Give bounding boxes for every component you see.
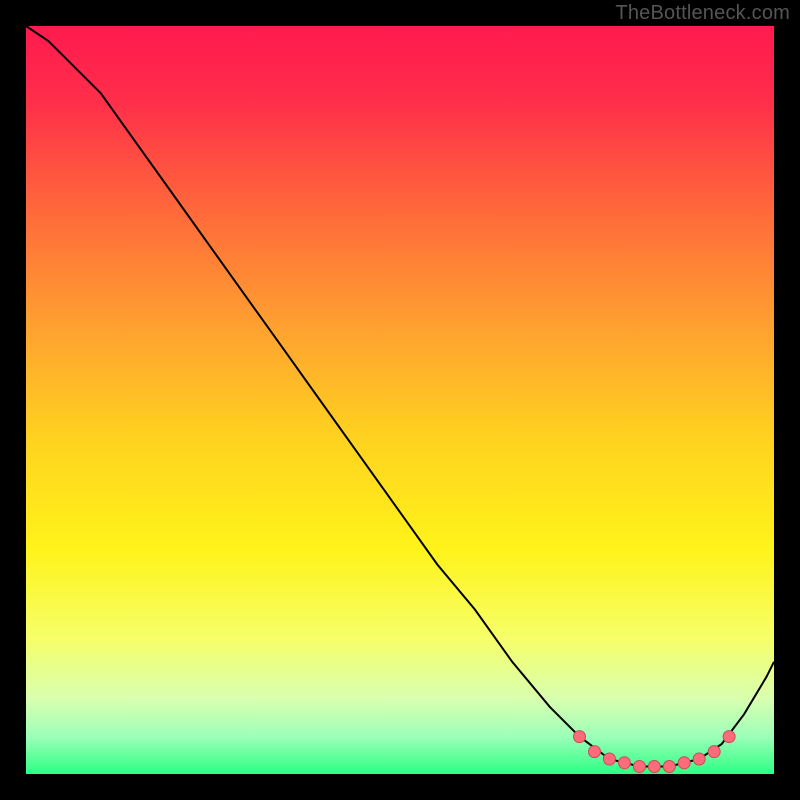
highlight-dot xyxy=(603,753,615,765)
watermark-text: TheBottleneck.com xyxy=(615,2,790,25)
highlight-dot xyxy=(648,761,660,773)
highlight-dot xyxy=(723,731,735,743)
highlight-dot xyxy=(708,746,720,758)
chart-frame: TheBottleneck.com xyxy=(0,0,800,800)
highlight-dot xyxy=(574,731,586,743)
highlight-dot xyxy=(618,757,630,769)
gradient-background xyxy=(26,26,774,774)
plot-area xyxy=(26,26,774,774)
highlight-dot xyxy=(589,746,601,758)
highlight-dot xyxy=(678,757,690,769)
chart-svg xyxy=(26,26,774,774)
highlight-dot xyxy=(663,761,675,773)
highlight-dot xyxy=(633,761,645,773)
highlight-dot xyxy=(693,753,705,765)
